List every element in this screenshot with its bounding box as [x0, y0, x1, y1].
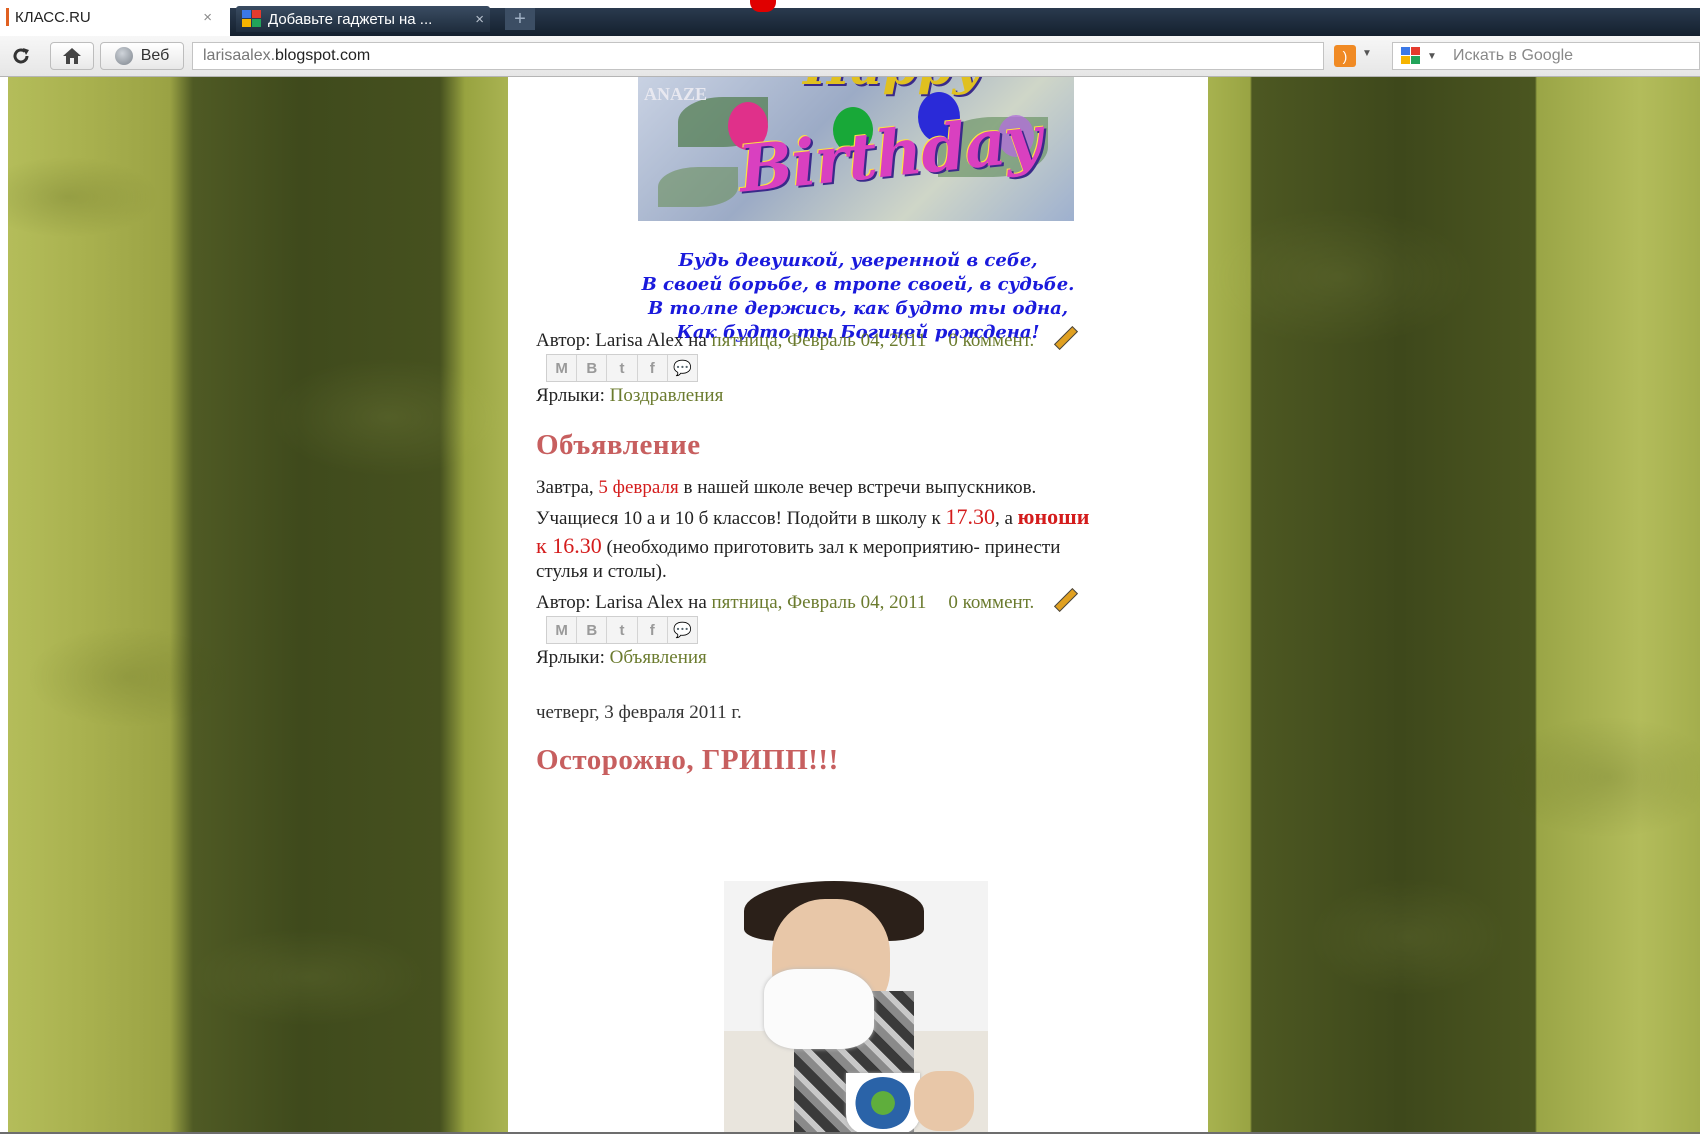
google-icon	[242, 10, 262, 28]
new-tab-button[interactable]: +	[505, 8, 535, 30]
date-header: четверг, 3 февраля 2011 г.	[536, 702, 742, 723]
edit-pencil-icon[interactable]	[1054, 325, 1079, 351]
post-date-link[interactable]: пятница, Февраль 04, 2011	[712, 330, 927, 351]
globe-icon	[114, 47, 133, 65]
address-bar[interactable]: larisaalex.blogspot.com	[192, 42, 1324, 70]
comments-link[interactable]: 0 коммент.	[948, 592, 1034, 613]
twitter-share-icon[interactable]: t	[607, 355, 638, 381]
post-body-line: к 16.30 (необходимо приготовить зал к ме…	[536, 533, 1186, 559]
text-run: Учащиеся 10 а и 10 б классов! Подойти в …	[536, 508, 946, 529]
image-birthday-text: Birthday	[734, 101, 1045, 208]
tab-edge	[6, 8, 9, 26]
reload-icon	[13, 48, 29, 64]
facebook-share-icon[interactable]: f	[638, 617, 668, 643]
highlighted-time: 17.30	[945, 504, 995, 529]
share-buttons: M B t f 💬	[546, 616, 698, 644]
post-labels: Ярлыки: Объявления	[536, 647, 707, 669]
highlighted-date: 5 февраля	[598, 477, 679, 498]
rss-icon[interactable]: )	[1334, 45, 1356, 67]
text-run: в нашей школе вечер встречи выпускников.	[678, 477, 1037, 498]
browser-toolbar: Веб larisaalex.blogspot.com ) ▼ ▼ Искать…	[0, 36, 1700, 77]
post-body-line: Завтра, 5 февраля в нашей школе вечер вс…	[536, 477, 1186, 499]
post-title[interactable]: Осторожно, ГРИПП!!!	[536, 744, 839, 777]
facebook-share-icon[interactable]: f	[638, 355, 668, 381]
blog-content: Happy Birthday ANAZE Будь девушкой, увер…	[508, 77, 1208, 1134]
web-search-button[interactable]: Веб	[100, 42, 184, 70]
twitter-share-icon[interactable]: t	[607, 617, 638, 643]
home-icon	[63, 48, 81, 64]
email-share-icon[interactable]: M	[547, 617, 578, 643]
post-body-line: Учащиеся 10 а и 10 б классов! Подойти в …	[536, 504, 1186, 530]
post-footer: Автор: Larisa Alex на пятница, Февраль 0…	[536, 587, 1079, 614]
search-engine-dropdown-icon[interactable]: ▼	[1427, 51, 1437, 62]
happy-birthday-image: Happy Birthday ANAZE	[638, 77, 1074, 221]
edit-pencil-icon[interactable]	[1054, 587, 1079, 613]
label-link[interactable]: Поздравления	[610, 385, 724, 406]
blogger-share-icon[interactable]: B	[577, 617, 608, 643]
tab-klass[interactable]: КЛАСС.RU ×	[0, 2, 230, 32]
close-tab-icon[interactable]: ×	[203, 9, 212, 26]
url-domain: blogspot.com	[275, 47, 371, 64]
post-date-link[interactable]: пятница, Февраль 04, 2011	[712, 592, 927, 613]
web-label: Веб	[140, 47, 170, 64]
blogger-share-icon[interactable]: B	[577, 355, 608, 381]
flu-woman-image	[724, 881, 988, 1134]
author-line: Автор: Larisa Alex на	[536, 592, 707, 613]
email-share-icon[interactable]: M	[547, 355, 578, 381]
text-run: (необходимо приготовить зал к мероприяти…	[601, 537, 1061, 558]
tab-label: Добавьте гаджеты на ...	[268, 10, 433, 28]
image-side-text: ANAZE	[644, 84, 708, 104]
post-labels: Ярлыки: Поздравления	[536, 385, 723, 407]
reload-button[interactable]	[4, 42, 38, 70]
image-happy-text: Happy	[803, 77, 982, 96]
poem-line: В толпе держись, как будто ты одна,	[647, 298, 1069, 319]
rss-dropdown-icon[interactable]: ▼	[1362, 48, 1372, 59]
post-footer: Автор: Larisa Alex на пятница, Февраль 0…	[536, 325, 1079, 352]
labels-prefix: Ярлыки:	[536, 385, 605, 406]
close-tab-icon[interactable]: ×	[475, 11, 484, 28]
comments-link[interactable]: 0 коммент.	[948, 330, 1034, 351]
buzz-share-icon[interactable]: 💬	[668, 355, 697, 381]
text-run: , а	[994, 508, 1018, 529]
page-viewport: Happy Birthday ANAZE Будь девушкой, увер…	[0, 77, 1700, 1134]
google-icon[interactable]	[1401, 47, 1421, 65]
text-run: Завтра,	[536, 477, 599, 498]
label-link[interactable]: Объявления	[610, 647, 707, 668]
author-line: Автор: Larisa Alex на	[536, 330, 707, 351]
post-title[interactable]: Объявление	[536, 429, 701, 462]
tab-bar: КЛАСС.RU × Добавьте гаджеты на ... × +	[0, 0, 1700, 36]
labels-prefix: Ярлыки:	[536, 647, 605, 668]
highlighted-time: к 16.30	[536, 533, 602, 558]
tab-gadgets[interactable]: Добавьте гаджеты на ... ×	[236, 6, 490, 32]
buzz-share-icon[interactable]: 💬	[668, 617, 697, 643]
home-button[interactable]	[50, 42, 94, 70]
poem-line: Будь девушкой, уверенной в себе,	[678, 250, 1038, 271]
post-body-line: стулья и столы).	[536, 561, 667, 582]
poem-line: В своей борьбе, в тропе своей, в судьбе.	[641, 274, 1075, 295]
highlighted-word: юноши	[1017, 504, 1090, 529]
search-box[interactable]: ▼ Искать в Google	[1392, 42, 1700, 70]
share-buttons: M B t f 💬	[546, 354, 698, 382]
search-input[interactable]: Искать в Google	[1453, 43, 1573, 69]
url-subdomain: larisaalex.	[203, 47, 276, 64]
tab-label: КЛАСС.RU	[15, 8, 91, 26]
